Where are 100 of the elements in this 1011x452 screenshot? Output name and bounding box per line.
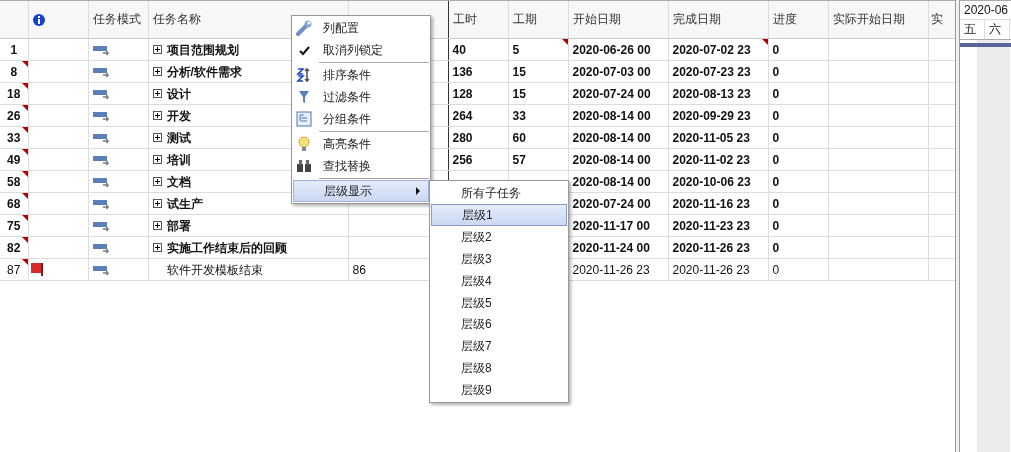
table-cell: 2020-11-24 00 [572,240,650,255]
menu-item[interactable]: 层级3 [431,247,567,270]
task-mode-icon [92,131,109,144]
menu-item[interactable]: 查找替换 [293,155,429,177]
table-cell: 33 [512,108,526,123]
task-name: 分析/软件需求 [166,64,242,79]
table-cell: 0 [772,42,780,57]
table-cell: 128 [452,86,473,101]
table-cell: 256 [452,152,473,167]
menu-item[interactable]: 层级1 [431,203,567,226]
info-icon [32,13,45,26]
menu-item[interactable]: 过滤条件 [293,86,429,108]
table-cell: 60 [512,130,526,145]
table-cell: 2020-10-06 23 [672,174,751,189]
task-mode-icon [92,43,109,56]
table-cell: 86 [352,262,366,277]
filter-icon [296,89,312,105]
table-cell: 2020-07-02 23 [672,42,751,57]
task-mode-icon [92,197,109,210]
menu-item[interactable]: 层级9 [431,379,567,401]
task-mode-icon [92,219,109,232]
table-cell: 40 [452,42,466,57]
table-cell: 0 [772,196,780,211]
row-number: 26 [7,108,21,123]
task-mode-icon [92,65,109,78]
table-cell: 2020-11-26 23 [572,262,650,277]
column-header[interactable]: 开始日期 [572,12,621,26]
task-name: 培训 [166,152,191,167]
table-cell: 0 [772,130,780,145]
table-cell: 2020-08-14 00 [572,152,651,167]
row-number: 1 [10,42,18,57]
table-cell: 2020-08-13 23 [672,86,751,101]
timescale-day: 五 [964,22,976,36]
task-name: 部署 [166,218,191,233]
column-header[interactable]: 工时 [452,12,477,26]
table-cell: 280 [452,130,473,145]
table-cell: 2020-11-23 23 [672,218,750,233]
table-cell: 264 [452,108,473,123]
task-name: 试生产 [166,196,203,211]
task-name: 实施工作结束后的回顾 [166,240,287,255]
menu-item[interactable]: 列配置 [293,17,429,39]
menu-item[interactable]: 分组条件 [293,108,429,130]
task-mode-icon [92,87,109,100]
row-number: 87 [7,262,21,277]
menu-item[interactable]: 层级4 [431,269,567,292]
sort-icon [296,67,312,83]
wrench-icon [296,20,312,36]
menu-item[interactable]: 高亮条件 [293,133,429,155]
table-cell: 2020-11-26 23 [672,240,750,255]
table-cell: 15 [512,86,526,101]
task-mode-icon [92,109,109,122]
menu-item[interactable]: 所有子任务 [431,182,567,204]
menu-item[interactable]: 层级6 [431,313,567,336]
table-cell: 0 [772,86,780,101]
table-cell: 0 [772,108,780,123]
table-cell: 2020-09-29 23 [672,108,751,123]
column-header[interactable]: 工期 [512,12,537,26]
table-cell: 2020-11-17 00 [572,218,650,233]
table-cell: 136 [452,64,473,79]
task-name: 文档 [166,174,191,189]
task-mode-icon [92,241,109,254]
column-header[interactable]: 进度 [772,12,797,26]
menu-item[interactable]: 层级8 [431,357,567,380]
menu-item[interactable]: 层级2 [431,225,567,248]
menu-item[interactable]: 排序条件 [293,64,429,86]
row-number: 68 [7,196,21,211]
table-cell: 2020-06-26 00 [572,42,651,57]
table-cell: 57 [512,152,526,167]
timescale-day: 六 [989,22,1001,36]
table-cell: 15 [512,64,526,79]
lightbulb-icon [296,136,312,152]
row-number: 75 [7,218,21,233]
row-number: 18 [7,86,21,101]
task-mode-icon [92,263,109,276]
timescale-month: 2020-06 [964,3,1009,17]
table-cell: 2020-08-14 00 [572,174,651,189]
column-header[interactable]: 完成日期 [672,12,721,26]
menu-item[interactable]: 取消列锁定 [293,39,429,61]
row-number: 33 [7,130,21,145]
table-cell: 2020-08-14 00 [572,108,651,123]
table-cell: 2020-11-16 23 [672,196,750,211]
table-cell: 2020-07-24 00 [572,86,651,101]
column-header[interactable]: 任务名称 [152,12,201,26]
row-number: 8 [10,64,18,79]
menu-item[interactable]: 层级5 [431,291,567,314]
table-cell: 5 [512,42,520,57]
task-name: 项目范围规划 [166,42,239,57]
binoculars-icon [296,158,312,174]
column-header[interactable]: 实 [930,12,943,26]
table-cell: 0 [772,174,780,189]
table-cell: 0 [772,262,780,277]
table-cell: 2020-07-03 00 [572,64,651,79]
table-cell: 0 [772,240,780,255]
task-name: 测试 [166,130,191,145]
menu-item[interactable]: 层级显示 [293,180,429,202]
summary-bar [960,43,1011,47]
menu-item[interactable]: 层级7 [431,335,567,358]
table-cell: 2020-07-23 23 [672,64,751,79]
task-name: 开发 [166,108,191,123]
task-name: 设计 [166,86,191,101]
